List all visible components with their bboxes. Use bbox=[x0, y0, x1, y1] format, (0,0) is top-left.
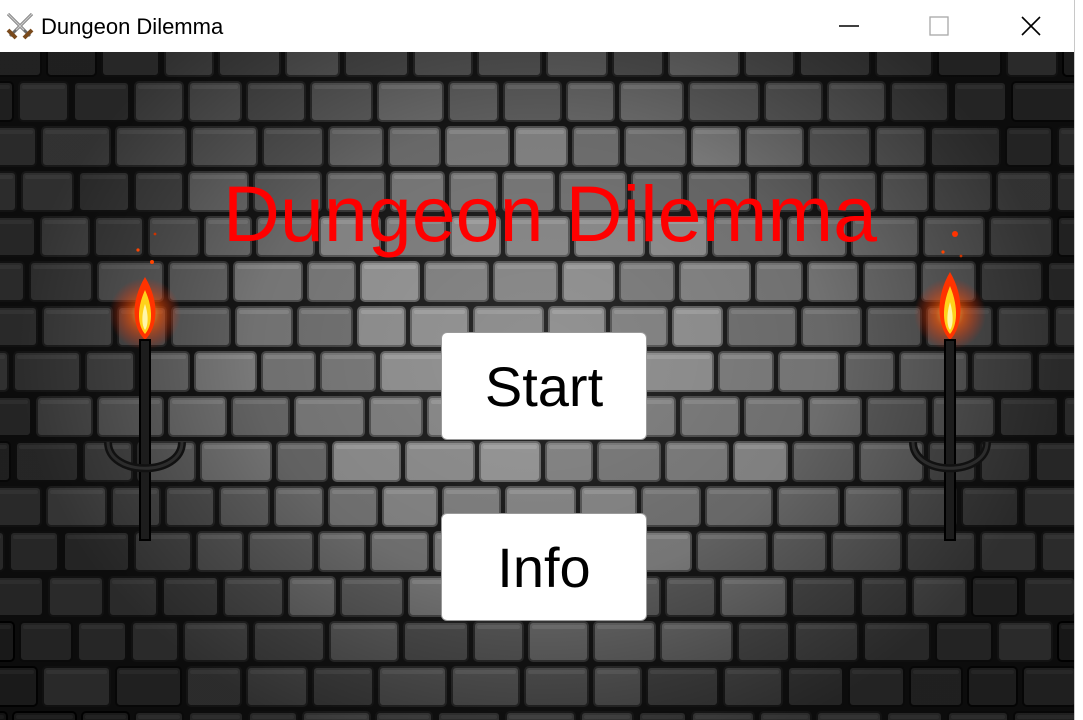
app-window: Dungeon Dilemma Dungeon Dilemma Start In… bbox=[0, 0, 1075, 720]
info-button[interactable]: Info bbox=[441, 513, 647, 621]
background-window-edge bbox=[1075, 0, 1083, 720]
maximize-button[interactable] bbox=[893, 0, 985, 52]
game-title: Dungeon Dilemma bbox=[222, 169, 878, 258]
minimize-button[interactable] bbox=[803, 0, 895, 52]
left-torch bbox=[104, 232, 186, 541]
right-torch bbox=[909, 231, 991, 541]
maximize-icon bbox=[929, 16, 949, 36]
minimize-icon bbox=[839, 25, 859, 27]
title-bar[interactable]: Dungeon Dilemma bbox=[0, 0, 1074, 52]
game-canvas[interactable]: Dungeon Dilemma Start Info bbox=[0, 52, 1074, 720]
start-button[interactable]: Start bbox=[441, 332, 647, 440]
crossed-swords-icon bbox=[6, 12, 34, 40]
close-icon bbox=[1021, 16, 1041, 36]
window-title: Dungeon Dilemma bbox=[41, 14, 224, 39]
close-button[interactable] bbox=[985, 0, 1074, 52]
